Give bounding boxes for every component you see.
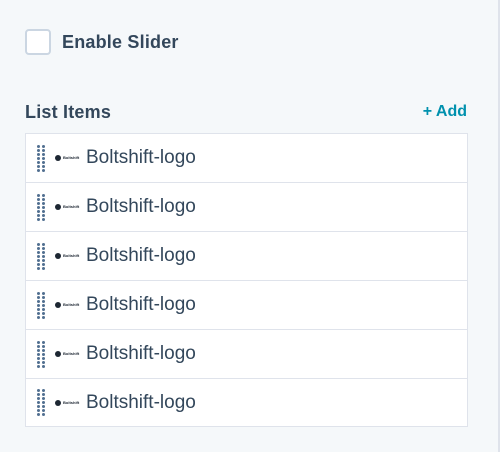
list-item-label: Boltshift-logo bbox=[86, 391, 196, 413]
list-item[interactable]: Boltshift Boltshift-logo bbox=[26, 330, 467, 379]
logo-thumb-text: Boltshift bbox=[63, 399, 80, 405]
drag-handle-icon[interactable] bbox=[37, 389, 45, 417]
boltshift-logo-icon: Boltshift bbox=[55, 349, 81, 359]
enable-slider-label: Enable Slider bbox=[62, 31, 179, 52]
boltshift-logo-icon: Boltshift bbox=[55, 251, 81, 261]
drag-handle-icon[interactable] bbox=[37, 242, 45, 270]
enable-slider-toggle[interactable]: Enable Slider bbox=[25, 29, 179, 55]
boltshift-logo-icon: Boltshift bbox=[55, 398, 81, 408]
list-items-header: List Items + Add bbox=[25, 100, 467, 124]
logo-thumb-text: Boltshift bbox=[63, 302, 80, 307]
list-item[interactable]: Boltshift Boltshift-logo bbox=[26, 232, 467, 281]
logo-thumb-text: Boltshift bbox=[63, 204, 80, 209]
list-item[interactable]: Boltshift Boltshift-logo bbox=[26, 379, 467, 426]
list-item-label: Boltshift-logo bbox=[86, 196, 196, 217]
list-items-title: List Items bbox=[25, 101, 112, 122]
drag-handle-icon[interactable] bbox=[37, 193, 45, 221]
logo-thumb-text: Boltshift bbox=[63, 253, 80, 258]
enable-slider-checkbox[interactable] bbox=[25, 29, 51, 55]
list-item[interactable]: Boltshift Boltshift-logo bbox=[26, 134, 467, 183]
list-item-label: Boltshift-logo bbox=[86, 245, 196, 266]
drag-handle-icon[interactable] bbox=[37, 144, 45, 172]
list-item[interactable]: Boltshift Boltshift-logo bbox=[26, 281, 467, 330]
boltshift-logo-icon: Boltshift bbox=[55, 300, 81, 310]
drag-handle-icon[interactable] bbox=[37, 291, 45, 319]
list-item-label: Boltshift-logo bbox=[86, 294, 196, 315]
boltshift-logo-icon: Boltshift bbox=[55, 202, 81, 212]
list-items: Boltshift Boltshift-logo Boltshift Bolts… bbox=[25, 133, 468, 427]
drag-handle-icon[interactable] bbox=[37, 340, 45, 368]
boltshift-logo-icon: Boltshift bbox=[55, 153, 81, 163]
list-item-label: Boltshift-logo bbox=[86, 343, 196, 364]
list-item-label: Boltshift-logo bbox=[86, 147, 196, 168]
logo-thumb-text: Boltshift bbox=[63, 351, 80, 356]
logo-thumb-text: Boltshift bbox=[63, 155, 80, 160]
add-item-button[interactable]: + Add bbox=[423, 103, 467, 121]
list-item[interactable]: Boltshift Boltshift-logo bbox=[26, 183, 467, 232]
